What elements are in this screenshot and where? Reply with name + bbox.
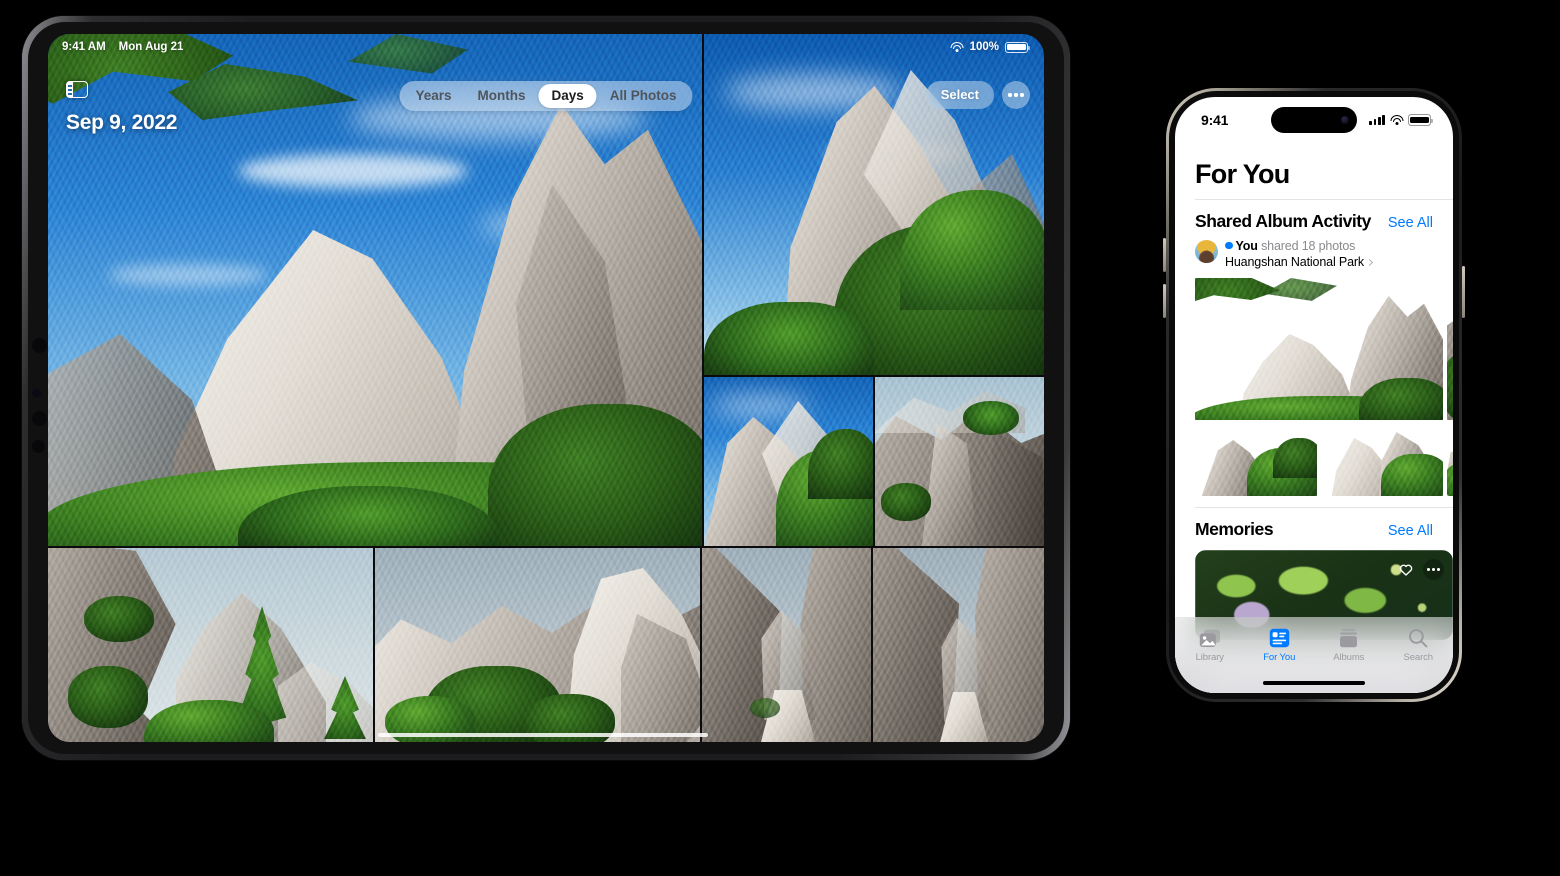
shared-activity-row[interactable]: You shared 18 photos Huangshan National … [1175,239,1453,276]
wifi-icon [950,42,964,52]
ellipsis-icon[interactable] [1002,81,1030,109]
shared-activity-line1: You shared 18 photos [1225,239,1372,255]
day-title: Sep 9, 2022 [66,111,178,134]
see-all-link-memories[interactable]: See All [1388,523,1433,539]
tab-albums[interactable]: Albums [1314,627,1384,663]
tab-for-you[interactable]: For You [1245,627,1315,663]
page-title: For You [1195,159,1290,189]
scroll-indicator[interactable] [378,733,708,737]
segment-months[interactable]: Months [465,84,539,108]
user-avatar [1195,240,1218,263]
segment-all-photos[interactable]: All Photos [597,84,690,108]
ipad-toolbar-actions: Select [925,81,1030,109]
search-icon [1408,627,1428,649]
iphone-device: 9:41 For You Shared Album Activity See A… [1163,88,1465,702]
chevron-right-icon [1365,258,1374,266]
ipad-clock: 9:41 AM [62,41,106,53]
power-button[interactable] [1462,266,1465,318]
for-you-icon [1269,627,1290,649]
shared-activity-line2[interactable]: Huangshan National Park [1225,254,1374,271]
volume-up-button[interactable] [1163,238,1166,272]
sidebar-toggle-icon[interactable] [66,81,88,98]
iphone-screen: 9:41 For You Shared Album Activity See A… [1175,97,1453,693]
for-you-page: For You Shared Album Activity See All Yo… [1175,141,1453,693]
volume-down-button[interactable] [1163,284,1166,318]
shared-actor: You [1235,239,1258,253]
shared-photo-small[interactable] [1195,422,1317,496]
battery-icon [1005,41,1031,53]
ipad-status-bar: 9:41 AM Mon Aug 21 100% [48,34,1044,60]
tab-label: Albums [1333,652,1365,663]
see-all-link-shared-album[interactable]: See All [1388,215,1433,231]
ipad-device: 9:41 AM Mon Aug 21 100% Sep 9, 2022 Year… [22,16,1070,760]
dynamic-island [1271,107,1357,133]
ipad-sensor [32,371,37,376]
tab-library[interactable]: Library [1175,627,1245,663]
photo-tile[interactable] [704,377,873,546]
shared-action: shared 18 photos [1261,239,1356,253]
tab-label: Search [1403,652,1433,663]
battery-percent: 100% [969,41,999,53]
photo-tile[interactable] [875,377,1044,546]
shared-photo-partial[interactable] [1447,422,1453,496]
photo-tile[interactable] [48,548,373,742]
shared-photo-strip[interactable] [1195,278,1453,501]
photo-tile[interactable] [702,548,871,742]
shared-album-name: Huangshan National Park [1225,254,1365,269]
wifi-icon [1390,115,1403,125]
select-button[interactable]: Select [925,81,994,109]
section-title: Shared Album Activity [1195,211,1371,231]
shared-photo-partial[interactable] [1447,278,1453,420]
section-title: Memories [1195,519,1274,539]
segment-years[interactable]: Years [402,84,464,108]
photo-tile[interactable] [873,548,1044,742]
unread-dot-icon [1225,241,1233,250]
tab-label: For You [1263,652,1296,663]
section-header-shared-album-activity: Shared Album Activity See All [1175,200,1453,239]
tab-search[interactable]: Search [1384,627,1454,663]
heart-icon[interactable] [1395,559,1416,580]
ipad-date-status: Mon Aug 21 [118,41,184,53]
cellular-bars-icon [1369,115,1385,125]
ipad-camera-secondary [32,411,47,426]
ipad-mic [32,440,45,453]
iphone-clock: 9:41 [1201,112,1229,128]
battery-icon [1408,114,1434,126]
tab-label: Library [1195,652,1224,663]
section-header-memories: Memories See All [1175,508,1453,547]
segment-days[interactable]: Days [538,84,597,108]
ellipsis-icon[interactable] [1423,559,1444,580]
ipad-screen: 9:41 AM Mon Aug 21 100% Sep 9, 2022 Year… [48,34,1044,742]
photo-tile[interactable] [375,548,700,742]
photos-library-icon [1199,627,1221,649]
timeline-segmented-control[interactable]: Years Months Days All Photos [399,81,693,111]
shared-photo-large[interactable] [1195,278,1443,420]
albums-icon [1339,627,1358,649]
ipad-sensor-lens [32,389,41,398]
shared-photo-small[interactable] [1321,422,1443,496]
ipad-camera [32,338,47,353]
home-indicator [1263,680,1365,685]
